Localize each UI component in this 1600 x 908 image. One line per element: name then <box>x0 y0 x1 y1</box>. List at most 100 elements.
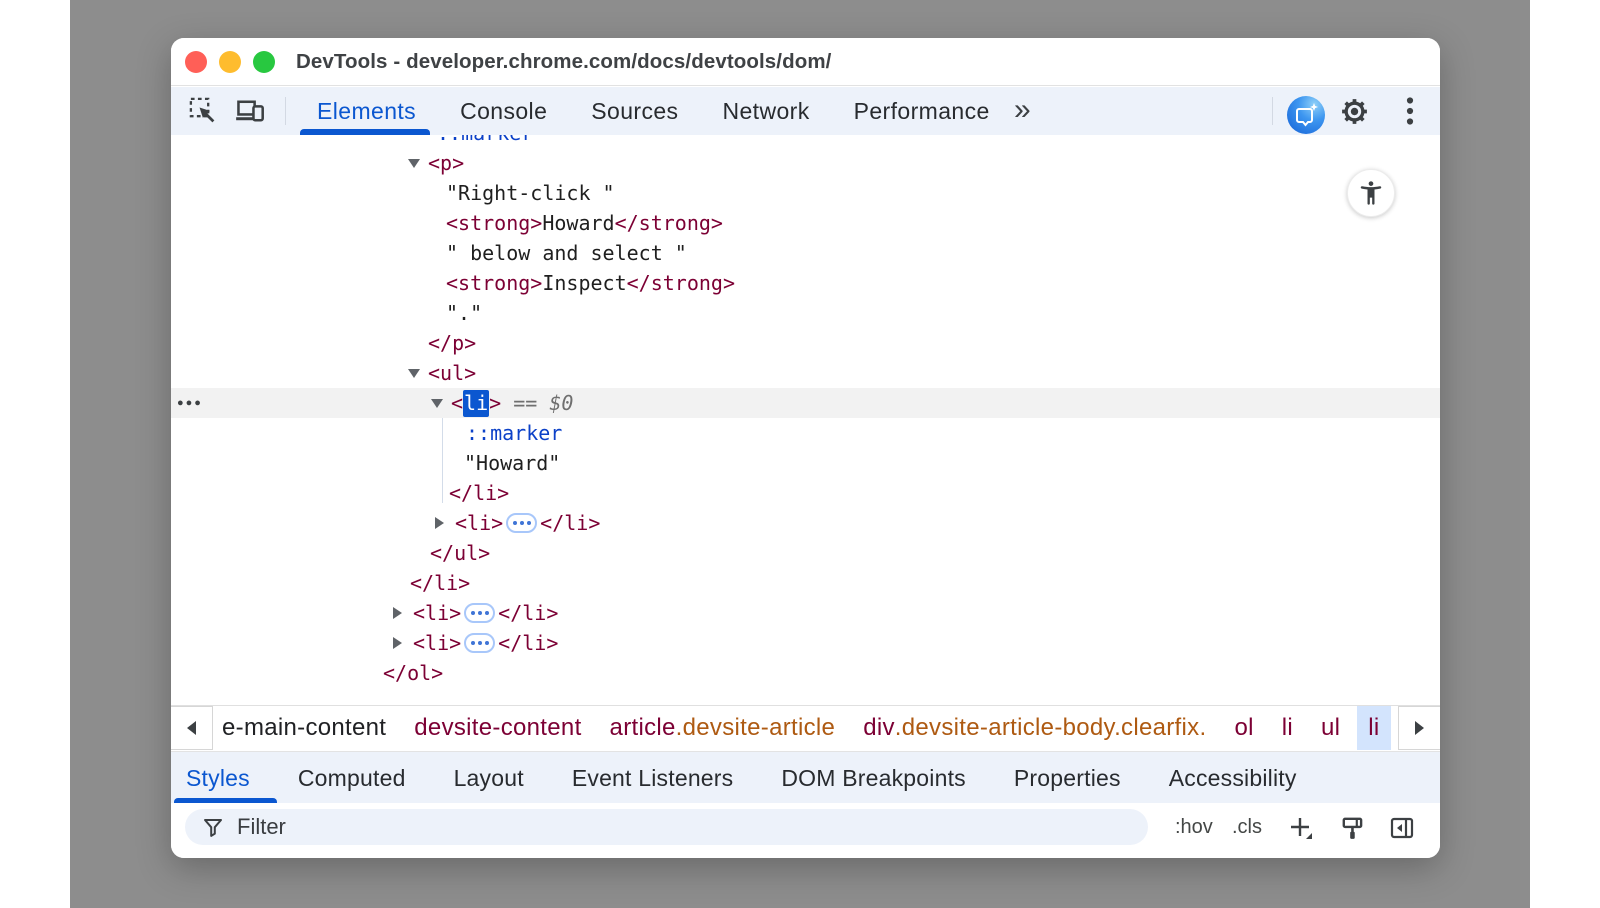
breadcrumb-item[interactable]: li <box>1282 706 1293 750</box>
sidebar-tab-properties[interactable]: Properties <box>1014 765 1121 792</box>
dom-tree-row[interactable]: "." <box>171 298 1440 328</box>
more-tabs-chevron-icon[interactable]: » <box>1014 87 1031 135</box>
toggle-element-state-button[interactable]: :hov <box>1175 803 1213 851</box>
tab-elements[interactable]: Elements <box>317 98 416 125</box>
token-tag: <li> <box>455 511 503 535</box>
dom-tree-row[interactable]: ::marker <box>171 135 1440 148</box>
sidebar-tab-dom-breakpoints[interactable]: DOM Breakpoints <box>781 765 966 792</box>
breadcrumb-part-tag: ol <box>1234 714 1253 742</box>
breadcrumb-item[interactable]: div.devsite-article-body.clearfix. <box>863 706 1206 750</box>
dom-tree: ::marker<p>"Right-click "<strong>Howard<… <box>171 135 1440 688</box>
dom-tree-row[interactable]: " below and select " <box>171 238 1440 268</box>
dom-tree-row[interactable]: <li></li> <box>171 508 1440 538</box>
accessibility-icon[interactable] <box>1347 169 1395 217</box>
devtools-toolbar: Elements Console Sources Network Performance… <box>171 87 1440 135</box>
token-meta: == <box>501 391 549 415</box>
token-tag: </ol> <box>383 661 443 685</box>
breadcrumb-item[interactable]: ul <box>1321 706 1340 750</box>
breadcrumb-item[interactable]: ol <box>1234 706 1253 750</box>
element-classes-button[interactable]: .cls <box>1232 803 1262 851</box>
dom-tree-row[interactable]: </li> <box>171 478 1440 508</box>
expand-arrow-right-icon[interactable] <box>393 607 402 619</box>
row-content: </ul> <box>171 538 1440 568</box>
breadcrumb-bar: e-main-content devsite-content article.dev… <box>171 705 1440 749</box>
sidebar-tab-layout[interactable]: Layout <box>454 765 524 792</box>
dom-tree-row[interactable]: <li></li> <box>171 598 1440 628</box>
filter-funnel-icon <box>201 815 225 839</box>
device-toolbar-icon[interactable] <box>235 96 265 126</box>
token-tag: </li> <box>498 631 558 655</box>
dom-tree-row[interactable]: </li> <box>171 568 1440 598</box>
dom-tree-row[interactable]: <strong>Inspect</strong> <box>171 268 1440 298</box>
tree-indent-guide <box>442 418 443 503</box>
scroll-left-icon <box>187 721 196 735</box>
background-mat: DevTools - developer.chrome.com/docs/dev… <box>70 0 1530 908</box>
dom-tree-row[interactable]: </ul> <box>171 538 1440 568</box>
sidebar-tab-event-listeners[interactable]: Event Listeners <box>572 765 734 792</box>
token-tag: < <box>451 391 463 415</box>
tab-network[interactable]: Network <box>722 98 809 125</box>
token-dollar: $0 <box>549 391 573 415</box>
paint-roller-icon[interactable] <box>1340 815 1366 841</box>
new-style-rule-plus-icon[interactable] <box>1287 815 1313 841</box>
expand-arrow-right-icon[interactable] <box>435 517 444 529</box>
sidebar-tab-bar: Styles Computed Layout Event Listeners DOM B… <box>171 751 1440 803</box>
breadcrumb-part-class: .devsite-article <box>676 714 836 742</box>
dom-tree-row[interactable]: <li></li> <box>171 628 1440 658</box>
row-content: <p> <box>171 148 1440 178</box>
inspect-icon[interactable] <box>188 96 218 126</box>
elements-panel: ::marker<p>"Right-click "<strong>Howard<… <box>171 135 1440 705</box>
row-content: <li></li> <box>171 598 1440 628</box>
collapsed-content-ellipsis-icon[interactable] <box>506 513 537 533</box>
ai-assistant-icon[interactable] <box>1287 96 1325 134</box>
breadcrumbs: e-main-content devsite-content article.dev… <box>222 706 1400 750</box>
collapsed-content-ellipsis-icon[interactable] <box>464 633 495 653</box>
breadcrumb-part-tag: ul <box>1321 714 1340 742</box>
sidebar-toggle-icon[interactable] <box>1389 815 1415 841</box>
token-text: "." <box>446 301 482 325</box>
row-content: <strong>Inspect</strong> <box>171 268 1440 298</box>
sidebar-tab-computed[interactable]: Computed <box>298 765 406 792</box>
token-tag: > <box>489 391 501 415</box>
row-content: </ol> <box>171 658 1440 688</box>
breadcrumb-part-dark: e-main-content <box>222 714 386 742</box>
breadcrumb-scroll-right-button[interactable] <box>1398 706 1440 750</box>
settings-gear-icon[interactable] <box>1339 96 1370 127</box>
dom-tree-row[interactable]: <ul> <box>171 358 1440 388</box>
close-button[interactable] <box>185 51 207 73</box>
sidebar-tab-styles[interactable]: Styles <box>186 765 250 792</box>
sidebar-tab-accessibility[interactable]: Accessibility <box>1169 765 1297 792</box>
breadcrumb-item[interactable]: article.devsite-article <box>610 706 836 750</box>
styles-filter-input[interactable] <box>237 814 1037 840</box>
toolbar-separator <box>285 97 286 125</box>
kebab-menu-icon[interactable] <box>1400 95 1420 127</box>
expand-arrow-down-icon[interactable] <box>431 399 443 408</box>
expand-arrow-right-icon[interactable] <box>393 637 402 649</box>
row-overflow-dots-icon[interactable]: ●●● <box>177 388 203 418</box>
dom-tree-row[interactable]: "Howard" <box>171 448 1440 478</box>
tab-console[interactable]: Console <box>460 98 547 125</box>
breadcrumb-part-tag: article <box>610 714 676 742</box>
collapsed-content-ellipsis-icon[interactable] <box>464 603 495 623</box>
row-content: ::marker <box>171 418 1440 448</box>
dom-tree-row-selected[interactable]: ●●●<li> == $0 <box>171 388 1440 418</box>
breadcrumb-item-selected[interactable]: li <box>1357 706 1390 750</box>
dom-tree-row[interactable]: </p> <box>171 328 1440 358</box>
breadcrumb-scroll-left-button[interactable] <box>171 706 213 750</box>
expand-arrow-down-icon[interactable] <box>408 369 420 378</box>
expand-arrow-down-icon[interactable] <box>408 159 420 168</box>
row-content: </li> <box>171 568 1440 598</box>
tab-performance[interactable]: Performance <box>854 98 990 125</box>
token-tag: <strong> <box>446 271 542 295</box>
zoom-button[interactable] <box>253 51 275 73</box>
tab-sources[interactable]: Sources <box>591 98 678 125</box>
window-titlebar: DevTools - developer.chrome.com/docs/dev… <box>171 38 1440 86</box>
dom-tree-row[interactable]: </ol> <box>171 658 1440 688</box>
dom-tree-row[interactable]: ::marker <box>171 418 1440 448</box>
dom-tree-row[interactable]: "Right-click " <box>171 178 1440 208</box>
minimize-button[interactable] <box>219 51 241 73</box>
breadcrumb-item[interactable]: e-main-content <box>222 706 386 750</box>
dom-tree-row[interactable]: <p> <box>171 148 1440 178</box>
breadcrumb-item[interactable]: devsite-content <box>414 706 581 750</box>
dom-tree-row[interactable]: <strong>Howard</strong> <box>171 208 1440 238</box>
